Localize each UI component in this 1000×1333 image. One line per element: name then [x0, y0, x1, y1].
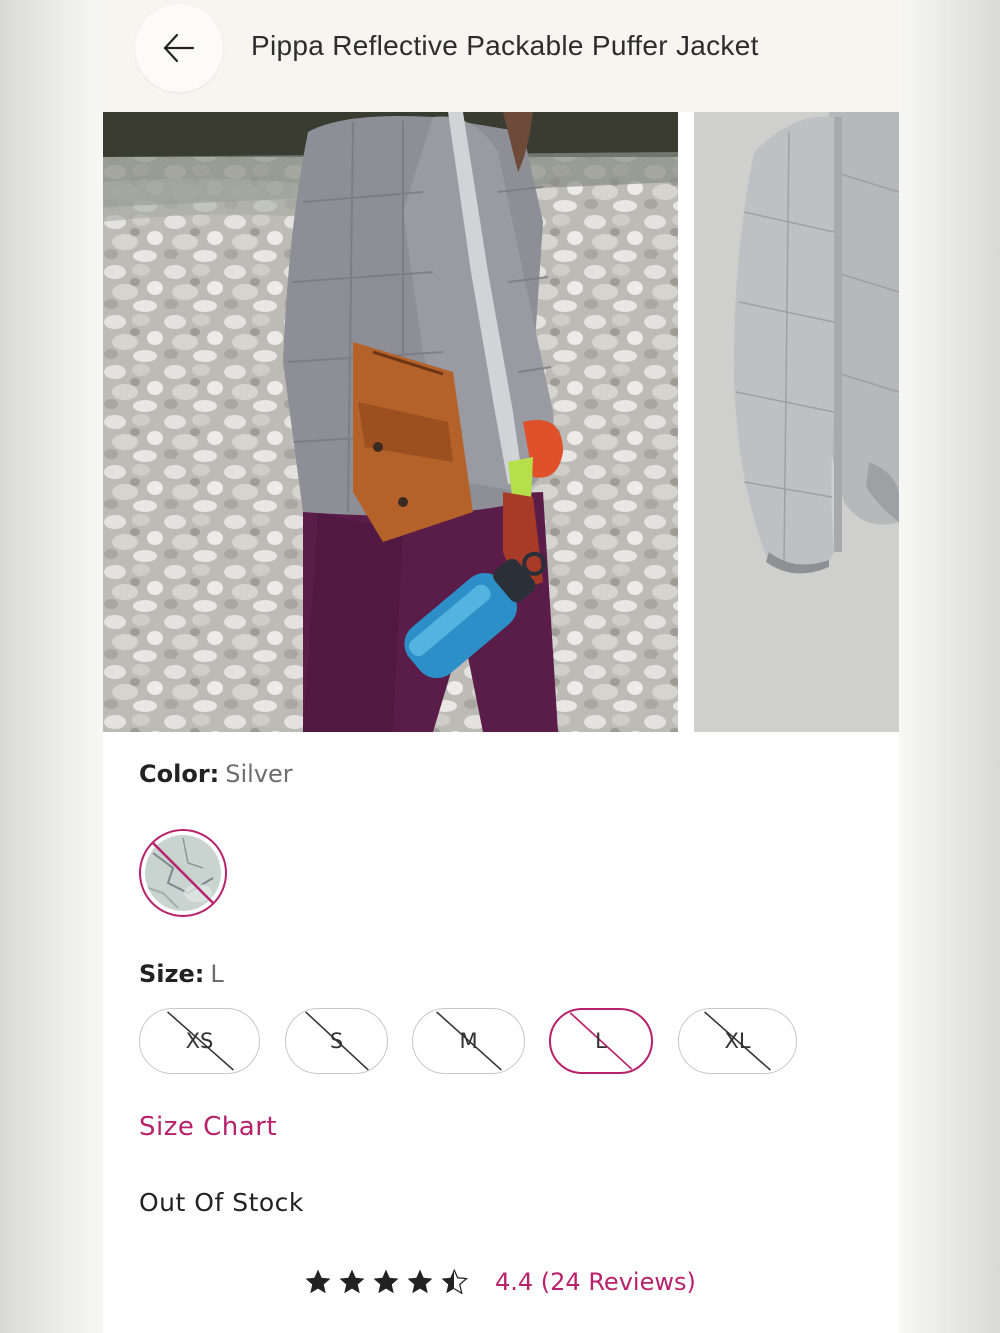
star-full-icon [407, 1269, 433, 1294]
size-label-row: Size: L [139, 960, 224, 988]
size-chart-link[interactable]: Size Chart [139, 1112, 277, 1142]
size-option-label: XL [724, 1029, 751, 1053]
star-full-icon [373, 1269, 399, 1294]
back-button[interactable] [135, 4, 223, 92]
size-option-xs[interactable]: XS [139, 1008, 260, 1074]
size-option-s[interactable]: S [285, 1008, 388, 1074]
size-value: L [210, 960, 224, 988]
silver-swatch-image [145, 835, 221, 911]
stock-status: Out Of Stock [139, 1188, 304, 1217]
color-value: Silver [225, 760, 293, 788]
arrow-left-icon [163, 33, 195, 63]
star-full-icon [339, 1269, 365, 1294]
size-option-label: L [595, 1029, 607, 1053]
size-option-label: M [459, 1029, 478, 1053]
size-option-label: S [329, 1029, 344, 1053]
gallery-gap [678, 112, 694, 732]
color-label-row: Color: Silver [139, 760, 293, 788]
color-label: Color: [139, 760, 220, 788]
size-option-xl[interactable]: XL [678, 1008, 797, 1074]
size-option-label: XS [185, 1029, 214, 1053]
rating-row[interactable]: 4.4 (24 Reviews) [303, 1262, 696, 1302]
product-screen: Pippa Reflective Packable Puffer Jacket [103, 0, 899, 1333]
size-option-m[interactable]: M [412, 1008, 525, 1074]
product-image-gallery[interactable] [103, 112, 899, 732]
product-photo[interactable] [694, 112, 899, 732]
size-options: XS S M L XL [139, 1008, 879, 1076]
rating-stars [303, 1267, 473, 1297]
color-swatch-silver[interactable] [139, 829, 227, 917]
size-label: Size: [139, 960, 205, 988]
star-half-icon [441, 1269, 469, 1295]
header-bar: Pippa Reflective Packable Puffer Jacket [103, 0, 899, 112]
size-option-l[interactable]: L [549, 1008, 653, 1074]
page-title: Pippa Reflective Packable Puffer Jacket [251, 30, 759, 61]
reviews-link[interactable]: 4.4 (24 Reviews) [495, 1268, 696, 1296]
model-photo[interactable] [103, 112, 678, 732]
star-full-icon [305, 1269, 331, 1294]
